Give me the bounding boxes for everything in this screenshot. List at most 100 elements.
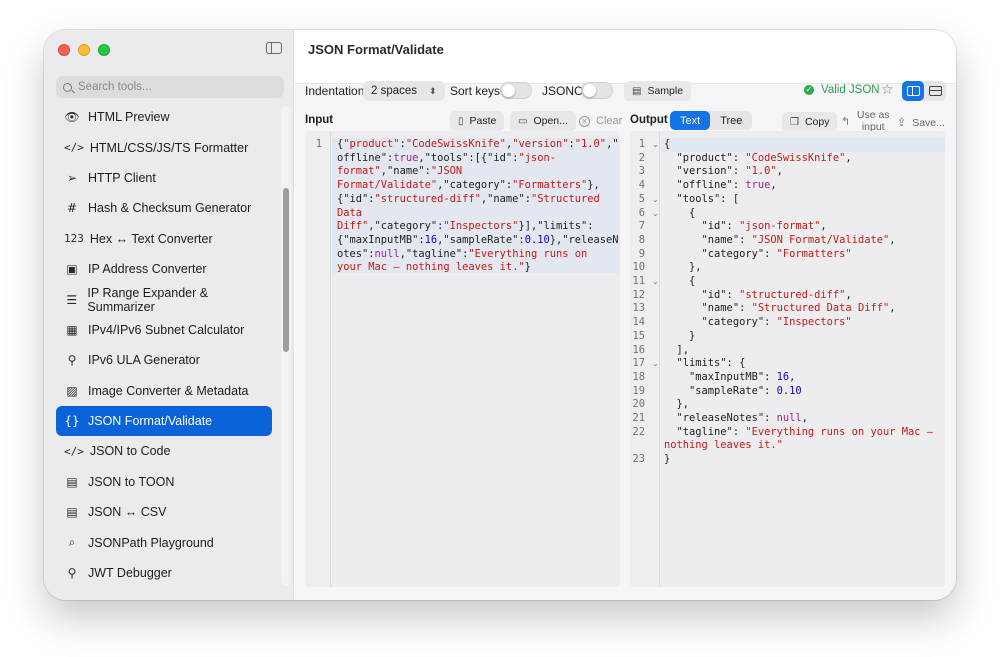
sidebar-item[interactable]: ⌕ JSONPath Playground bbox=[56, 527, 272, 557]
paste-label: Paste bbox=[469, 115, 497, 127]
braces-icon: {} bbox=[64, 414, 80, 429]
line-number: 5 bbox=[638, 192, 645, 205]
indentation-select[interactable]: 2 spaces ⬍ bbox=[363, 81, 445, 101]
sidebar-item-label: Image Converter & Metadata bbox=[88, 383, 249, 398]
sidebar-item[interactable]: ⚲ JWT Debugger bbox=[56, 558, 272, 588]
sidebar-item-label: HTTP Client bbox=[88, 170, 156, 185]
clear-label: Clear bbox=[596, 115, 623, 127]
sidebar-item[interactable]: ▣ IP Address Converter bbox=[56, 254, 272, 284]
jsonc-toggle[interactable] bbox=[581, 82, 613, 99]
tab-text[interactable]: Text bbox=[670, 111, 711, 130]
save-button[interactable]: ⇪ Save... bbox=[897, 116, 945, 129]
sidebar-item-label: IP Range Expander & Summarizer bbox=[87, 285, 209, 314]
sidebar-item-label: JSONPath Playground bbox=[88, 535, 214, 550]
use-as-input-button[interactable]: ↰ Use as input bbox=[841, 109, 890, 133]
table-icon: ▤ bbox=[66, 505, 78, 520]
line-number: 13 bbox=[632, 302, 645, 315]
copy-icon: ❐ bbox=[790, 116, 799, 128]
zoom-window-button[interactable] bbox=[98, 44, 110, 56]
key-icon: ⚲ bbox=[67, 353, 77, 368]
output-code[interactable]: { "product": "CodeSwissKnife", "version"… bbox=[664, 138, 933, 467]
sidebar-item[interactable]: ▤ JSON to TOON bbox=[56, 467, 272, 497]
sidebar-toggle-icon[interactable] bbox=[266, 42, 282, 54]
sidebar-item-label: JSON to TOON bbox=[88, 474, 175, 489]
validation-status: ✓ Valid JSON bbox=[804, 84, 880, 96]
numbers-icon: 123 bbox=[64, 232, 84, 246]
close-window-button[interactable] bbox=[58, 44, 70, 56]
line-number: 3 bbox=[638, 165, 645, 178]
line-number: 6 bbox=[638, 206, 645, 219]
key-icon: ⚲ bbox=[67, 566, 77, 581]
sidebar-item-label: Hex ↔ Text Converter bbox=[89, 231, 213, 246]
sidebar-item-label: HTML/CSS/JS/TS Formatter bbox=[89, 140, 249, 155]
line-number: 9 bbox=[638, 247, 645, 260]
save-icon: ⇪ bbox=[897, 116, 907, 129]
search-field[interactable] bbox=[56, 76, 284, 98]
hash-icon: # bbox=[66, 201, 78, 216]
output-title: Output bbox=[630, 114, 668, 126]
main-area: JSON Format/Validate Indentation 2 space… bbox=[295, 30, 956, 600]
fold-chevron-icon[interactable]: ⌄ bbox=[652, 138, 660, 152]
sample-button[interactable]: ▤ Sample bbox=[624, 81, 692, 101]
line-number: 16 bbox=[632, 343, 645, 356]
magnifier-icon: ⌕ bbox=[68, 535, 76, 550]
use-as-input-label: Use as input bbox=[856, 109, 890, 133]
sidebar-item[interactable]: 👁 HTML Preview bbox=[56, 102, 272, 132]
rows-icon bbox=[928, 86, 942, 96]
input-header: Input ▯ Paste ▭ Open... ✕ Clear bbox=[305, 110, 622, 132]
sidebar-item[interactable]: </> JSON to Code bbox=[56, 436, 272, 466]
tab-tree[interactable]: Tree bbox=[710, 111, 752, 130]
sidebar-item-label: IPv4/IPv6 Subnet Calculator bbox=[88, 322, 245, 337]
indentation-label: Indentation bbox=[305, 84, 365, 98]
copy-button[interactable]: ❐ Copy bbox=[782, 112, 838, 132]
fold-chevron-icon[interactable]: ⌄ bbox=[652, 207, 660, 221]
line-number: 20 bbox=[632, 398, 645, 411]
open-file-button[interactable]: ▭ Open... bbox=[510, 111, 576, 131]
chevron-updown-icon: ⬍ bbox=[429, 85, 437, 96]
sidebar-item[interactable]: {} JSON Format/Validate bbox=[56, 405, 272, 437]
sidebar-item[interactable]: ➢ HTTP Client bbox=[56, 163, 272, 193]
fold-chevron-icon[interactable]: ⌄ bbox=[652, 275, 660, 289]
sidebar-item[interactable]: ▦ IPv4/IPv6 Subnet Calculator bbox=[56, 315, 272, 345]
output-editor[interactable]: 1 2 3 4 5 6 7 8 9 10 11 12 13 14 15 16 17 18 19 20 21 22 23 ⌄… bbox=[630, 131, 945, 587]
sidebar-item[interactable]: ▤ JSON ↔ CSV bbox=[56, 497, 272, 527]
ip-box-icon: ▣ bbox=[66, 262, 78, 277]
sidebar-scrollbar-thumb[interactable] bbox=[283, 188, 289, 352]
paste-button[interactable]: ▯ Paste bbox=[450, 111, 505, 131]
sidebar-item-label: HTML Preview bbox=[88, 110, 170, 125]
line-number bbox=[630, 439, 645, 453]
input-title: Input bbox=[305, 114, 334, 126]
fold-chevron-icon[interactable]: ⌄ bbox=[652, 357, 660, 371]
line-number: 19 bbox=[632, 384, 645, 397]
sidebar-item[interactable]: ☰ IP Range Expander & Summarizer bbox=[56, 284, 272, 314]
minimize-window-button[interactable] bbox=[78, 44, 90, 56]
sidebar-item-label: Hash & Checksum Generator bbox=[88, 201, 252, 216]
favorite-star-icon[interactable]: ☆ bbox=[881, 82, 894, 98]
sidebar-item[interactable]: </> HTML/CSS/JS/TS Formatter bbox=[56, 132, 272, 162]
line-number: 22 bbox=[632, 425, 645, 438]
line-number: 8 bbox=[638, 233, 645, 246]
search-icon bbox=[63, 82, 72, 92]
sort-keys-toggle[interactable] bbox=[500, 82, 532, 99]
input-line-gutter: 1 bbox=[305, 131, 331, 587]
sidebar-item[interactable]: ⚲ IPv6 ULA Generator bbox=[56, 345, 272, 375]
sidebar-item[interactable]: ▨ Image Converter & Metadata bbox=[56, 376, 272, 406]
search-input[interactable] bbox=[78, 81, 268, 93]
side-by-side-layout-button[interactable] bbox=[902, 81, 924, 101]
stacked-layout-button[interactable] bbox=[924, 81, 946, 101]
code-brackets-icon: </> bbox=[64, 141, 84, 155]
jsonc-label: JSONC bbox=[542, 84, 583, 98]
clipboard-icon: ▯ bbox=[458, 115, 464, 127]
line-number: 10 bbox=[632, 261, 645, 274]
sidebar-item[interactable]: # Hash & Checksum Generator bbox=[56, 193, 272, 223]
sample-label: Sample bbox=[647, 85, 684, 97]
fold-chevron-icon[interactable]: ⌄ bbox=[652, 193, 660, 207]
input-editor[interactable]: 1 {"product":"CodeSwissKnife","version":… bbox=[305, 131, 620, 587]
checkmark-icon: ✓ bbox=[804, 85, 814, 95]
sidebar: 👁 HTML Preview </> HTML/CSS/JS/TS Formatter… bbox=[44, 30, 294, 600]
input-code[interactable]: {"product":"CodeSwissKnife","version":"1… bbox=[337, 138, 619, 275]
sidebar-item-label: JWT Debugger bbox=[88, 566, 172, 581]
sidebar-item-label: JSON to Code bbox=[89, 444, 171, 459]
clear-button[interactable]: ✕ Clear bbox=[579, 115, 622, 127]
sidebar-item[interactable]: 123 Hex ↔ Text Converter bbox=[56, 224, 272, 254]
